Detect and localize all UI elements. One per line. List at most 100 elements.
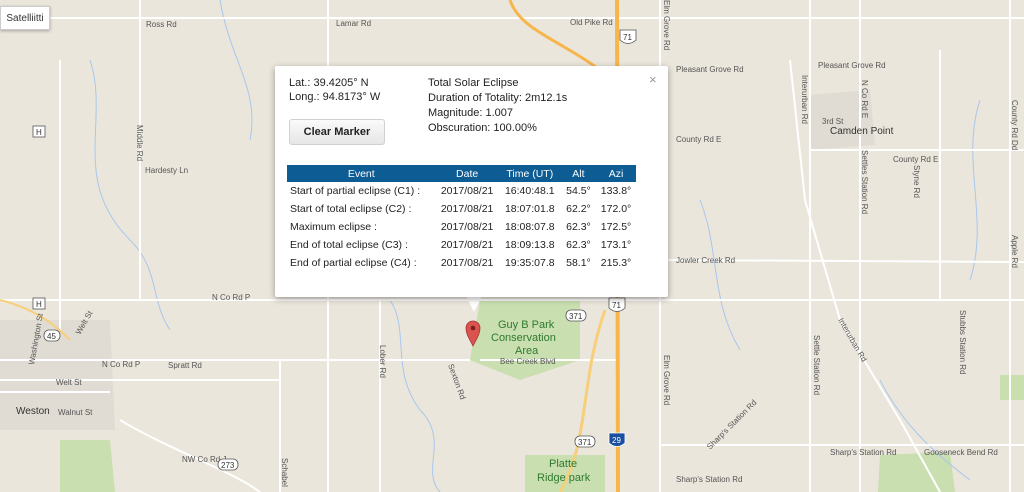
road-label: Elm Grove Rd <box>662 0 671 50</box>
totality-duration: Duration of Totality: 2m12.1s <box>428 92 568 104</box>
magnitude: Magnitude: 1.007 <box>428 107 514 119</box>
highway-shield-371: 371 <box>574 435 596 448</box>
date-cell: 2017/08/21 <box>440 185 494 197</box>
road-label: Jowler Creek Rd <box>676 256 735 265</box>
table-row: Maximum eclipse : 2017/08/21 18:08:07.8 … <box>287 218 636 236</box>
town-label: Camden Point <box>830 126 894 137</box>
column-header: Date <box>435 165 499 182</box>
azi-cell: 133.8° <box>600 185 632 197</box>
road-label: County Rd Dd <box>1010 100 1019 150</box>
road-label: Sharp's Station Rd <box>676 475 742 484</box>
azi-cell: 172.0° <box>600 203 632 215</box>
park-area-se <box>878 452 955 492</box>
highway-shield-h: H <box>32 125 46 138</box>
road-label: Styne Rd <box>912 165 921 198</box>
park-label: Conservation <box>491 332 556 344</box>
road-label: 3rd St <box>822 117 844 126</box>
road-label: Pleasant Grove Rd <box>818 61 886 70</box>
road-label: County Rd E <box>893 155 938 164</box>
time-cell: 16:40:48.1 <box>504 185 555 197</box>
road-label: Settles Station Rd <box>860 150 869 214</box>
event-cell: End of total eclipse (C3) : <box>290 239 408 251</box>
azi-cell: 173.1° <box>600 239 632 251</box>
table-row: Start of partial eclipse (C1) : 2017/08/… <box>287 182 636 200</box>
event-cell: Maximum eclipse : <box>290 221 377 233</box>
date-cell: 2017/08/21 <box>440 221 494 233</box>
road-label: Hardesty Ln <box>145 166 188 175</box>
column-header: Time (UT) <box>498 165 561 182</box>
table-header-row: Event Date Time (UT) Alt Azi <box>287 165 636 182</box>
eclipse-type: Total Solar Eclipse <box>428 77 519 89</box>
road-label: County Rd E <box>676 135 721 144</box>
coordinates: Lat.: 39.4205° N Long.: 94.8173° W <box>289 76 380 104</box>
road-label: Old Pike Rd <box>570 18 613 27</box>
alt-cell: 62.3° <box>566 239 591 251</box>
event-cell: Start of total eclipse (C2) : <box>290 203 412 215</box>
highway-shield-45: 45 <box>43 329 61 342</box>
svg-text:371: 371 <box>569 312 583 321</box>
alt-cell: 58.1° <box>566 257 591 269</box>
time-cell: 18:07:01.8 <box>504 203 555 215</box>
satellite-view-button[interactable]: Satelliitti <box>0 6 50 30</box>
road-label: Lamar Rd <box>336 19 371 28</box>
road-label: Bee Creek Blvd <box>500 357 556 366</box>
park-area-e <box>1000 375 1024 400</box>
svg-text:29: 29 <box>612 436 621 445</box>
park-label: Area <box>515 345 539 357</box>
road-label: Interurban Rd <box>800 75 809 124</box>
time-cell: 18:08:07.8 <box>504 221 555 233</box>
event-cell: Start of partial eclipse (C1) : <box>290 185 421 197</box>
road-label: Pleasant Grove Rd <box>676 65 744 74</box>
latitude: Lat.: 39.4205° N <box>289 77 369 89</box>
svg-text:H: H <box>36 300 42 309</box>
svg-text:273: 273 <box>221 461 235 470</box>
town-label: Weston <box>16 406 50 417</box>
highway-shield-71: 71 <box>619 29 637 44</box>
table-row: Start of total eclipse (C2) : 2017/08/21… <box>287 200 636 218</box>
clear-marker-button[interactable]: Clear Marker <box>289 119 385 145</box>
road-label: N Co Rd E <box>860 80 869 118</box>
highway-shield-273: 273 <box>217 458 239 471</box>
alt-cell: 54.5° <box>566 185 591 197</box>
column-header: Event <box>287 165 436 182</box>
svg-text:45: 45 <box>47 332 56 341</box>
obscuration: Obscuration: 100.00% <box>428 122 537 134</box>
road-label: N Co Rd P <box>212 293 250 302</box>
road-label: Settle Station Rd <box>812 335 821 395</box>
svg-text:371: 371 <box>578 438 592 447</box>
date-cell: 2017/08/21 <box>440 239 494 251</box>
eclipse-info-popup: × Lat.: 39.4205° N Long.: 94.8173° W Tot… <box>275 66 668 297</box>
road-label: Walnut St <box>58 408 93 417</box>
time-cell: 19:35:07.8 <box>504 257 555 269</box>
azi-cell: 172.5° <box>600 221 632 233</box>
event-cell: End of partial eclipse (C4) : <box>290 257 417 269</box>
alt-cell: 62.3° <box>566 221 591 233</box>
svg-text:H: H <box>36 128 42 137</box>
date-cell: 2017/08/21 <box>440 257 494 269</box>
road-label: Middle Rd <box>135 125 144 161</box>
road-label: Gooseneck Bend Rd <box>924 448 998 457</box>
road-label: N Co Rd P <box>102 360 140 369</box>
alt-cell: 62.2° <box>566 203 591 215</box>
highway-shield-29: 29 <box>608 432 626 447</box>
highway-shield-71: 71 <box>608 297 626 312</box>
road-label: Elm Grove Rd <box>662 355 671 405</box>
road-label: Spratt Rd <box>168 361 202 370</box>
road-label: Apple Rd <box>1010 235 1019 268</box>
highway-shield-371: 371 <box>565 309 587 322</box>
popup-tail <box>466 296 482 312</box>
park-label: Guy B Park <box>498 319 555 331</box>
longitude: Long.: 94.8173° W <box>289 91 381 103</box>
road-label: Lober Rd <box>378 345 387 378</box>
road-label: Stubbs Station Rd <box>958 310 967 374</box>
road-label: Schabel <box>280 458 289 487</box>
eclipse-contacts-table: Event Date Time (UT) Alt Azi Start of pa… <box>287 165 636 272</box>
highway-shield-h: H <box>32 297 46 310</box>
eclipse-summary: Total Solar Eclipse Duration of Totality… <box>428 76 567 136</box>
park-label: Ridge park <box>537 472 591 484</box>
table-row: End of partial eclipse (C4) : 2017/08/21… <box>287 254 636 272</box>
park-area-sw <box>60 440 115 492</box>
table-row: End of total eclipse (C3) : 2017/08/21 1… <box>287 236 636 254</box>
close-icon[interactable]: × <box>649 72 657 87</box>
azi-cell: 215.3° <box>600 257 632 269</box>
